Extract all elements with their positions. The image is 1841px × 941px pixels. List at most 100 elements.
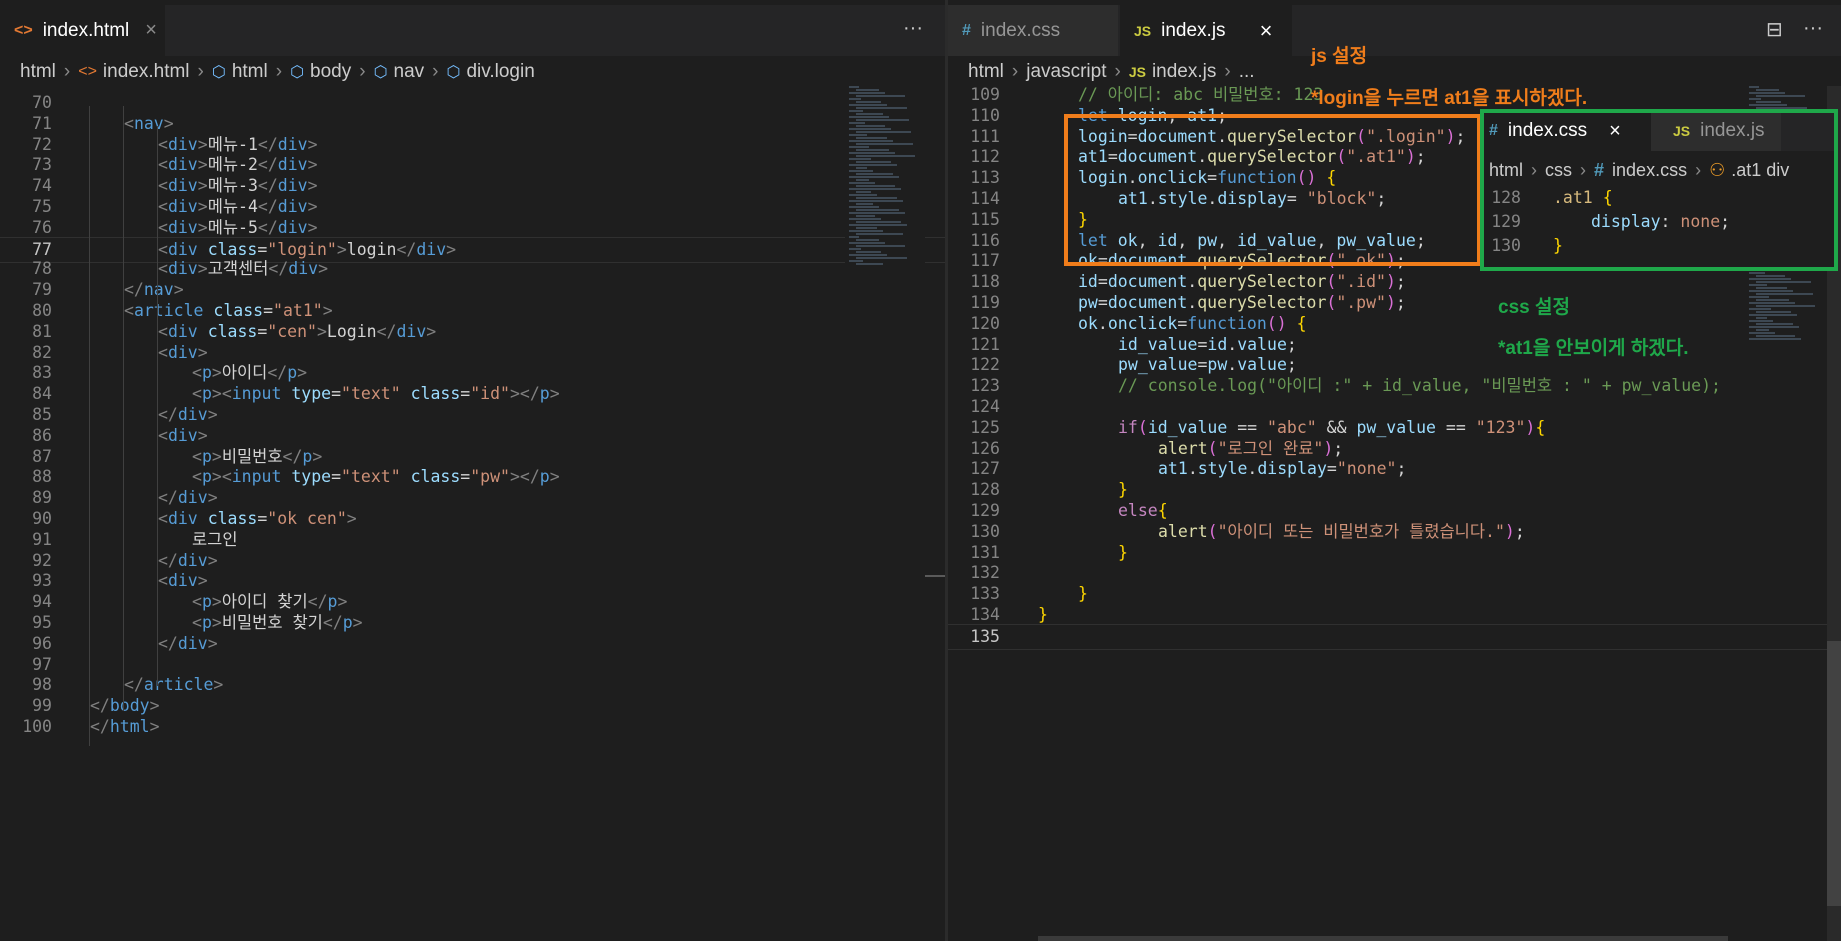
minimap-line	[849, 242, 885, 244]
scrollbar[interactable]	[925, 575, 945, 577]
breadcrumb-item[interactable]: html	[232, 61, 268, 83]
breadcrumb-item[interactable]: div.login	[466, 61, 534, 83]
chevron-right-icon: ›	[432, 61, 439, 82]
minimap-line	[849, 128, 891, 130]
minimap-line	[849, 152, 895, 154]
minimap-line	[849, 212, 905, 214]
minimap-line	[1749, 332, 1775, 334]
minimap-line	[1749, 290, 1793, 292]
breadcrumb-item[interactable]: ...	[1239, 61, 1255, 83]
css-file-icon: #	[962, 21, 971, 39]
minimap-line	[1749, 302, 1795, 304]
close-icon[interactable]: ×	[145, 19, 157, 42]
minimap-line	[856, 227, 877, 229]
breadcrumb-item[interactable]: nav	[394, 61, 425, 83]
line-number: 135	[970, 626, 1000, 646]
minimap-line	[849, 122, 865, 124]
minimap-line	[849, 218, 881, 220]
minimap-line	[1756, 311, 1791, 313]
indent-guide	[123, 106, 124, 711]
breadcrumb-item[interactable]: body	[310, 61, 351, 83]
minimap-line	[849, 194, 877, 196]
tab-label: index.css	[980, 19, 1061, 41]
css-annotation-desc: *at1을 안보이게 하겠다.	[1498, 338, 1689, 359]
line-number: 100	[22, 717, 52, 736]
minimap-line	[849, 110, 863, 112]
minimap-line	[849, 92, 885, 94]
more-actions-icon[interactable]: ···	[1803, 17, 1823, 40]
minimap-line	[1756, 329, 1769, 331]
more-actions-icon[interactable]: ···	[903, 17, 923, 40]
minimap-line	[856, 233, 903, 235]
tab-index-html[interactable]: <> index.html ×	[0, 5, 165, 56]
breadcrumb-item[interactable]: index.js	[1152, 61, 1216, 83]
minimap-line	[856, 101, 881, 103]
minimap-line	[856, 245, 905, 247]
breadcrumb-item[interactable]: html	[20, 61, 56, 83]
minimap-line	[849, 140, 893, 142]
minimap-line	[856, 185, 895, 187]
minimap-line	[856, 95, 905, 97]
tab-index-js[interactable]: JS index.js	[1120, 5, 1240, 56]
right-tab-bar: # index.css JS index.js × ⊟ ···	[948, 5, 1841, 56]
minimap-line	[1749, 272, 1765, 274]
minimap-line	[1749, 320, 1773, 322]
minimap-line	[1749, 326, 1799, 328]
code-line[interactable]: 135	[948, 623, 1841, 651]
cube-icon: ⬡	[373, 64, 388, 81]
chevron-right-icon: ›	[359, 61, 366, 82]
minimap-line	[849, 170, 873, 172]
chevron-right-icon: ›	[63, 61, 71, 82]
close-icon[interactable]: ×	[1260, 18, 1273, 44]
tab-index-css[interactable]: # index.css	[948, 5, 1118, 56]
chevron-right-icon: ›	[1114, 61, 1121, 82]
minimap-line	[849, 86, 859, 88]
minimap-line	[1749, 104, 1787, 106]
minimap[interactable]	[845, 86, 925, 286]
split-editor-icon[interactable]: ⊟	[1766, 17, 1783, 42]
minimap-line	[1749, 296, 1769, 298]
close-tab-button[interactable]: ×	[1240, 5, 1292, 56]
minimap-line	[849, 188, 901, 190]
breadcrumb-item[interactable]: html	[968, 61, 1004, 83]
minimap-line	[1749, 314, 1797, 316]
minimap-line	[1756, 335, 1795, 337]
minimap-line	[1749, 278, 1791, 280]
minimap-line	[1749, 284, 1767, 286]
minimap-line	[856, 263, 883, 265]
minimap-line	[856, 155, 915, 157]
code-text: </html>	[90, 717, 160, 736]
minimap-line	[856, 119, 909, 121]
minimap-line	[856, 191, 871, 193]
breadcrumb-item[interactable]: javascript	[1026, 61, 1106, 83]
code-line[interactable]: 100 </html>	[0, 715, 945, 740]
left-tab-bar: <> index.html × ···	[0, 5, 945, 56]
minimap-line	[1756, 89, 1779, 91]
minimap-line	[856, 173, 893, 175]
minimap-line	[1749, 308, 1771, 310]
breadcrumb: html › <> index.html › ⬡ html › ⬡ body ›…	[20, 56, 535, 88]
minimap-line	[1756, 287, 1787, 289]
minimap-line	[849, 200, 903, 202]
horizontal-scrollbar[interactable]	[1038, 936, 1728, 941]
indent-guide	[157, 126, 158, 686]
minimap-line	[849, 164, 897, 166]
cube-icon: ⬡	[290, 64, 305, 81]
minimap-line	[1756, 95, 1805, 97]
chevron-right-icon: ›	[1224, 61, 1231, 82]
minimap-line	[856, 107, 907, 109]
breadcrumb-item[interactable]: index.html	[103, 61, 190, 83]
html-file-icon: <>	[14, 21, 33, 39]
minimap-line	[856, 257, 907, 259]
js-file-icon: JS	[1134, 22, 1152, 39]
minimap-line	[849, 176, 899, 178]
js-highlight-box	[1064, 114, 1481, 266]
minimap-line	[849, 224, 907, 226]
minimap-line	[849, 236, 859, 238]
html-file-icon: <>	[78, 63, 97, 80]
scrollbar-thumb[interactable]	[1827, 641, 1841, 906]
minimap-line	[849, 98, 861, 100]
minimap-line	[849, 134, 867, 136]
minimap-line	[1749, 92, 1785, 94]
minimap-line	[856, 131, 911, 133]
